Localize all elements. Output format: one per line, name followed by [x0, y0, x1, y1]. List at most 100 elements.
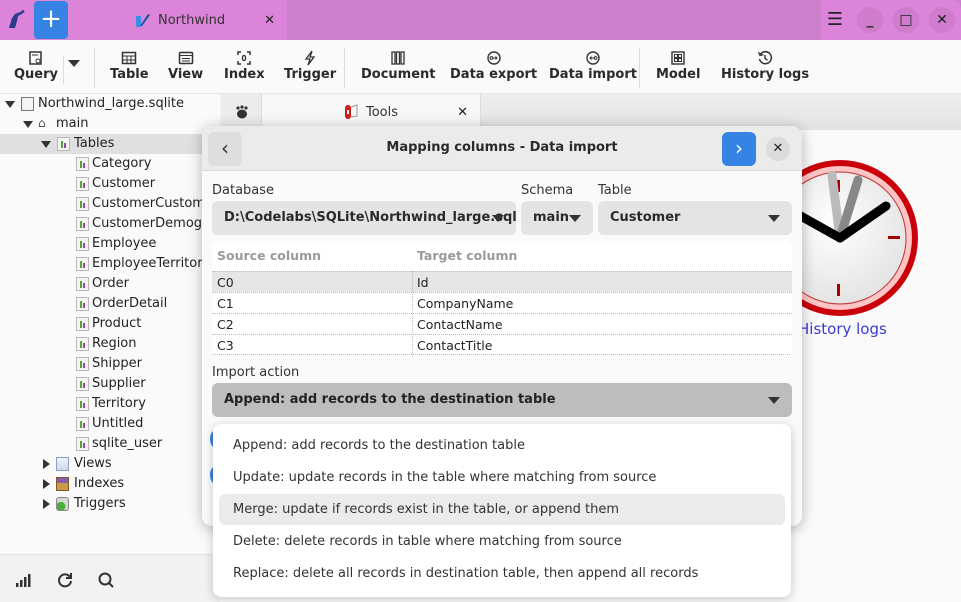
home-icon: ⌂: [38, 116, 46, 130]
query-button[interactable]: Query: [14, 50, 58, 82]
index-button[interactable]: Index: [224, 50, 265, 82]
table-icon: [76, 317, 89, 331]
table-icon: [76, 157, 89, 171]
tab-tools[interactable]: Tools ✕: [262, 94, 481, 130]
toolbar: Query Table View Index Trigger Document …: [0, 40, 961, 94]
table-icon: [76, 217, 89, 231]
triggers-icon: [56, 497, 69, 511]
menu-item-delete[interactable]: Delete: delete records in table where ma…: [219, 526, 785, 557]
table-icon: [76, 237, 89, 251]
menu-item-merge[interactable]: Merge: update if records exist in the ta…: [219, 494, 785, 525]
maximize-button[interactable]: □: [893, 7, 919, 33]
table-row[interactable]: C1 CompanyName: [212, 292, 792, 313]
tree-item-tables[interactable]: Tables: [0, 134, 220, 154]
tree-item-table[interactable]: sqlite_user: [0, 434, 220, 454]
schema-select[interactable]: main: [521, 201, 593, 235]
expand-arrow-icon[interactable]: [43, 479, 50, 489]
tree-item-table[interactable]: Territory: [0, 394, 220, 414]
search-icon[interactable]: [97, 571, 115, 589]
tree-item-database[interactable]: Northwind_large.sqlite: [0, 94, 220, 114]
next-button[interactable]: ›: [722, 132, 756, 166]
signal-stats-icon[interactable]: [14, 571, 32, 589]
tree-item-table[interactable]: Category: [0, 154, 220, 174]
history-logs-button[interactable]: History logs: [721, 50, 809, 82]
tree-item-table[interactable]: Customer: [0, 174, 220, 194]
expand-arrow-icon[interactable]: [43, 459, 50, 469]
close-tab-icon[interactable]: ✕: [264, 13, 275, 28]
tree-item-table[interactable]: Supplier: [0, 374, 220, 394]
chevron-down-icon: [768, 397, 780, 404]
table-row[interactable]: C0 Id: [212, 271, 792, 292]
trigger-icon: [304, 50, 316, 66]
expand-arrow-icon[interactable]: [41, 141, 51, 148]
tree-item-table[interactable]: OrderDetail: [0, 294, 220, 314]
table-icon: [76, 437, 89, 451]
menu-item-replace[interactable]: Replace: delete all records in destinati…: [219, 558, 785, 589]
tree-item-table[interactable]: Untitled: [0, 414, 220, 434]
tree-item-triggers[interactable]: Triggers: [0, 494, 220, 514]
table-row[interactable]: C3 ContactTitle: [212, 334, 792, 355]
import-action-label: Import action: [212, 365, 300, 380]
expand-arrow-icon[interactable]: [43, 499, 50, 509]
table-icon: [122, 51, 137, 65]
tree-item-table[interactable]: Shipper: [0, 354, 220, 374]
menu-item-append[interactable]: Append: add records to the destination t…: [219, 430, 785, 461]
indexes-icon: [56, 477, 69, 491]
menu-item-update[interactable]: Update: update records in the table wher…: [219, 462, 785, 493]
tree-item-schema[interactable]: ⌂ main: [0, 114, 220, 134]
close-dialog-button[interactable]: ✕: [766, 137, 790, 161]
table-button[interactable]: Table: [110, 50, 149, 82]
refresh-icon[interactable]: [56, 571, 74, 589]
import-action-select[interactable]: Append: add records to the destination t…: [212, 383, 792, 417]
tree-item-table[interactable]: Order: [0, 274, 220, 294]
chevron-down-icon: [768, 215, 780, 222]
chevron-down-icon: [569, 215, 581, 222]
query-icon: [29, 51, 42, 65]
expand-arrow-icon[interactable]: [5, 101, 15, 108]
table-icon: [76, 397, 89, 411]
table-icon: [76, 257, 89, 271]
history-icon: [757, 50, 773, 65]
data-export-button[interactable]: Data export: [450, 50, 537, 82]
data-import-button[interactable]: Data import: [549, 50, 637, 82]
hamburger-menu-icon[interactable]: ☰: [822, 7, 848, 33]
tree-item-table[interactable]: Employee: [0, 234, 220, 254]
tree-item-table[interactable]: CustomerDemogra: [0, 214, 220, 234]
model-button[interactable]: Model: [656, 50, 700, 82]
table-row[interactable]: C2 ContactName: [212, 313, 792, 334]
history-logs-link[interactable]: History logs: [798, 320, 887, 338]
database-select[interactable]: D:\Codelabs\SQLite\Northwind_large.sqlit…: [212, 201, 516, 235]
add-tab-button[interactable]: +: [34, 1, 68, 39]
table-icon: [76, 297, 89, 311]
tree-item-table[interactable]: Region: [0, 334, 220, 354]
table-select[interactable]: Customer: [598, 201, 792, 235]
view-icon: [178, 51, 193, 65]
table-icon: [76, 377, 89, 391]
view-button[interactable]: View: [168, 50, 203, 82]
data-export-icon: [486, 51, 501, 65]
title-bar: + Northwind ✕ ☰ _ □ ✕: [0, 0, 961, 40]
table-label: Table: [598, 183, 632, 198]
tree-item-indexes[interactable]: Indexes: [0, 474, 220, 494]
tree-item-table[interactable]: EmployeeTerritory: [0, 254, 220, 274]
minimize-button[interactable]: _: [857, 7, 883, 33]
table-icon: [76, 177, 89, 191]
close-tab-icon[interactable]: ✕: [457, 105, 468, 120]
feather-icon: [136, 14, 150, 27]
table-icon: [76, 197, 89, 211]
paw-icon: [236, 105, 248, 119]
column-mapping-table: Source column Target column C0 Id C1 Com…: [212, 241, 792, 357]
query-dropdown-button[interactable]: [68, 58, 80, 67]
document-button[interactable]: Document: [361, 50, 436, 82]
tab-home[interactable]: [222, 94, 262, 130]
tree-item-views[interactable]: Views: [0, 454, 220, 474]
trigger-button[interactable]: Trigger: [284, 50, 336, 82]
chevron-down-icon: [492, 215, 504, 222]
tree-item-table[interactable]: Product: [0, 314, 220, 334]
tab-northwind[interactable]: Northwind ✕: [130, 0, 287, 40]
expand-arrow-icon[interactable]: [23, 121, 33, 128]
schema-label: Schema: [521, 183, 574, 198]
tree-item-table[interactable]: CustomerCustomer: [0, 194, 220, 214]
close-window-button[interactable]: ✕: [929, 7, 955, 33]
index-icon: [237, 51, 252, 65]
